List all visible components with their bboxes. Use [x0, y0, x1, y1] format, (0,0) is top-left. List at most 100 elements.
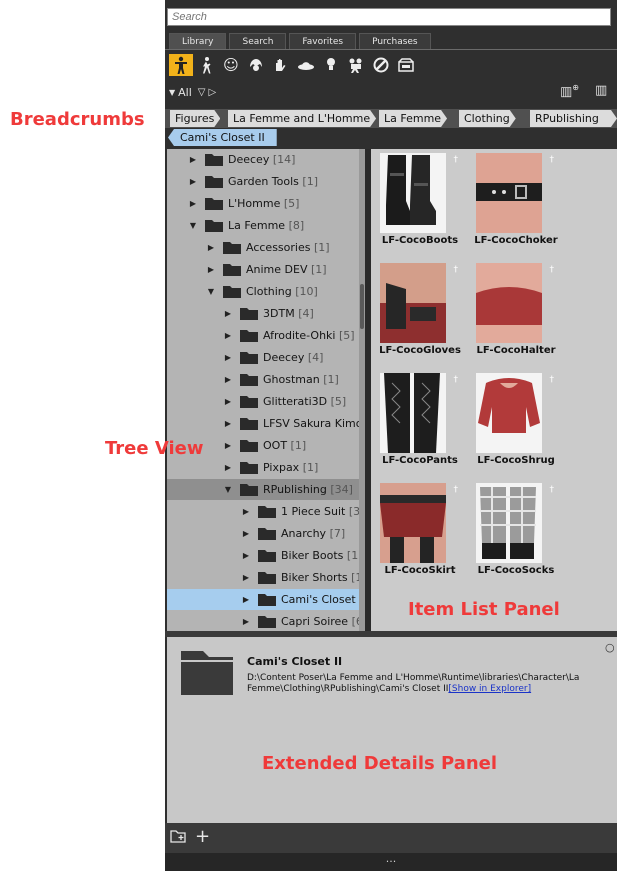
breadcrumb-current[interactable]: Cami's Closet II	[168, 129, 277, 146]
expand-arrow-icon[interactable]: ▶	[222, 391, 234, 412]
tree-scrollbar-thumb[interactable]	[360, 284, 364, 329]
expand-arrow-icon[interactable]: ▶	[205, 259, 217, 280]
tree-item[interactable]: ▶ Pixpax [1]	[167, 457, 365, 478]
tree-item[interactable]: ▶ Biker Boots [1]	[167, 545, 365, 566]
tree-item-count: [14]	[272, 153, 296, 166]
tab-favorites[interactable]: Favorites	[289, 33, 357, 49]
folder-icon	[258, 528, 276, 540]
tree-item-highlighted[interactable]: ▼ RPublishing [34]	[167, 479, 365, 500]
refresh-icon[interactable]: ○	[605, 641, 615, 654]
tree-item[interactable]: ▶ Afrodite-Ohki [5]	[167, 325, 365, 346]
expand-arrow-icon[interactable]: ▶	[222, 413, 234, 434]
annotation-breadcrumbs: Breadcrumbs	[10, 109, 145, 130]
expand-arrow-icon[interactable]: ▶	[240, 523, 252, 544]
tree-item-label: RPublishing	[263, 483, 327, 496]
folder-icon	[205, 154, 223, 166]
details-path: D:\Content Poser\La Femme and L'Homme\Ru…	[247, 673, 609, 695]
item-thumbnail[interactable]: † LF-CocoShrug	[470, 371, 562, 475]
expand-arrow-icon[interactable]: ▶	[222, 457, 234, 478]
show-in-explorer-link[interactable]: [Show in Explorer]	[448, 684, 531, 694]
tree-item-count: [34]	[330, 483, 353, 496]
tree-item[interactable]: ▶ LFSV Sakura Kimo	[167, 413, 365, 434]
item-label: LF-CocoSocks	[477, 565, 555, 576]
hair-category-icon[interactable]	[244, 54, 268, 76]
collapse-arrow-icon[interactable]: ▼	[205, 281, 217, 302]
tab-library[interactable]: Library	[169, 33, 227, 49]
expand-arrow-icon[interactable]: ▶	[187, 193, 199, 214]
expand-arrow-icon[interactable]: ▶	[240, 611, 252, 631]
tab-search[interactable]: Search	[229, 33, 287, 49]
item-thumbnail[interactable]: † LF-CocoGloves	[374, 261, 466, 365]
expand-arrow-icon[interactable]: ▶	[222, 347, 234, 368]
pose-category-icon[interactable]	[194, 54, 218, 76]
expand-arrow-icon[interactable]: ▶	[222, 369, 234, 390]
expand-arrow-icon[interactable]: ▶	[222, 435, 234, 456]
filter-down-icon[interactable]: ▽	[198, 87, 206, 98]
expand-arrow-icon[interactable]: ▶	[240, 545, 252, 566]
tree-item[interactable]: ▼ Clothing [10]	[167, 281, 365, 302]
expand-arrow-icon[interactable]: ▶	[240, 501, 252, 522]
breadcrumb-la-femme[interactable]: La Femme	[379, 110, 447, 127]
breadcrumb-rpublishing[interactable]: RPublishing	[530, 110, 617, 127]
tree-item-selected[interactable]: ▶ Cami's Closet	[167, 589, 365, 610]
expand-arrow-icon[interactable]: ▶	[187, 171, 199, 192]
details-title: Cami's Closet II	[247, 655, 343, 668]
materials-category-icon[interactable]	[369, 54, 393, 76]
collapse-arrow-icon[interactable]: ▼	[222, 479, 234, 500]
expand-arrow-icon[interactable]: ▶	[187, 149, 199, 170]
item-thumbnail[interactable]: † LF-CocoPants	[374, 371, 466, 475]
tree-item[interactable]: ▶ Deecey [4]	[167, 347, 365, 368]
item-thumbnail[interactable]: † LF-CocoBoots	[374, 151, 466, 255]
tree-item-label: Afrodite-Ohki	[263, 329, 336, 342]
tree-item[interactable]: ▶ 1 Piece Suit [3	[167, 501, 365, 522]
item-thumbnail[interactable]: † LF-CocoSocks	[470, 481, 562, 585]
expand-arrow-icon[interactable]: ▶	[205, 237, 217, 258]
tree-item[interactable]: ▶ L'Homme [5]	[167, 193, 365, 214]
tree-item[interactable]: ▶ Garden Tools [1]	[167, 171, 365, 192]
tree-item[interactable]: ▶ 3DTM [4]	[167, 303, 365, 324]
tree-item[interactable]: ▶ Accessories [1]	[167, 237, 365, 258]
tab-purchases[interactable]: Purchases	[359, 33, 431, 49]
tree-item[interactable]: ▶ Anime DEV [1]	[167, 259, 365, 280]
camera-category-icon[interactable]	[344, 54, 368, 76]
socks-thumbnail	[476, 483, 542, 563]
item-thumbnail[interactable]: † LF-CocoHalter	[470, 261, 562, 365]
scene-category-icon[interactable]	[394, 54, 418, 76]
filter-right-icon[interactable]: ▷	[209, 87, 217, 98]
breadcrumb-la-femme-and-lhomme[interactable]: La Femme and L'Homme	[228, 110, 376, 127]
figure-category-icon[interactable]	[169, 54, 193, 76]
new-folder-icon[interactable]	[170, 829, 186, 847]
hand-category-icon[interactable]	[269, 54, 293, 76]
tree-item[interactable]: ▶ Biker Shorts [1	[167, 567, 365, 588]
light-category-icon[interactable]	[319, 54, 343, 76]
breadcrumb-clothing[interactable]: Clothing	[459, 110, 516, 127]
filter-dropdown[interactable]: ▼ All ▽ ▷	[169, 84, 216, 100]
expand-arrow-icon[interactable]: ▶	[240, 589, 252, 610]
breadcrumb-figures[interactable]: Figures	[170, 110, 220, 127]
tree-item[interactable]: ▶ Capri Soiree [6	[167, 611, 365, 631]
expand-arrow-icon[interactable]: ▶	[222, 303, 234, 324]
tree-item[interactable]: ▶ Anarchy [7]	[167, 523, 365, 544]
folder-open-icon	[223, 286, 241, 298]
search-input[interactable]	[167, 8, 611, 26]
library-tools: ▥⊕ ▥	[560, 83, 607, 99]
collapse-arrow-icon[interactable]: ▼	[187, 215, 199, 236]
expand-arrow-icon[interactable]: ▶	[240, 567, 252, 588]
add-library-icon[interactable]: ▥⊕	[560, 83, 579, 99]
tree-item[interactable]: ▶ Deecey [14]	[167, 149, 365, 170]
remove-library-icon[interactable]: ▥	[595, 83, 607, 99]
tree-item[interactable]: ▶ Glitterati3D [5]	[167, 391, 365, 412]
add-icon[interactable]: +	[195, 826, 210, 847]
item-thumbnail[interactable]: † LF-CocoChoker	[470, 151, 562, 255]
folder-icon	[240, 440, 258, 452]
tree-item-count: [7]	[329, 527, 346, 540]
props-category-icon[interactable]	[294, 54, 318, 76]
item-label: LF-CocoSkirt	[384, 565, 456, 576]
tree-item[interactable]: ▶ Ghostman [1]	[167, 369, 365, 390]
expand-arrow-icon[interactable]: ▶	[222, 325, 234, 346]
info-icon: †	[453, 155, 459, 165]
expression-category-icon[interactable]: ☺	[219, 54, 243, 76]
tree-item[interactable]: ▼ La Femme [8]	[167, 215, 365, 236]
tree-item-count: [8]	[288, 219, 305, 232]
item-thumbnail[interactable]: † LF-CocoSkirt	[374, 481, 466, 585]
